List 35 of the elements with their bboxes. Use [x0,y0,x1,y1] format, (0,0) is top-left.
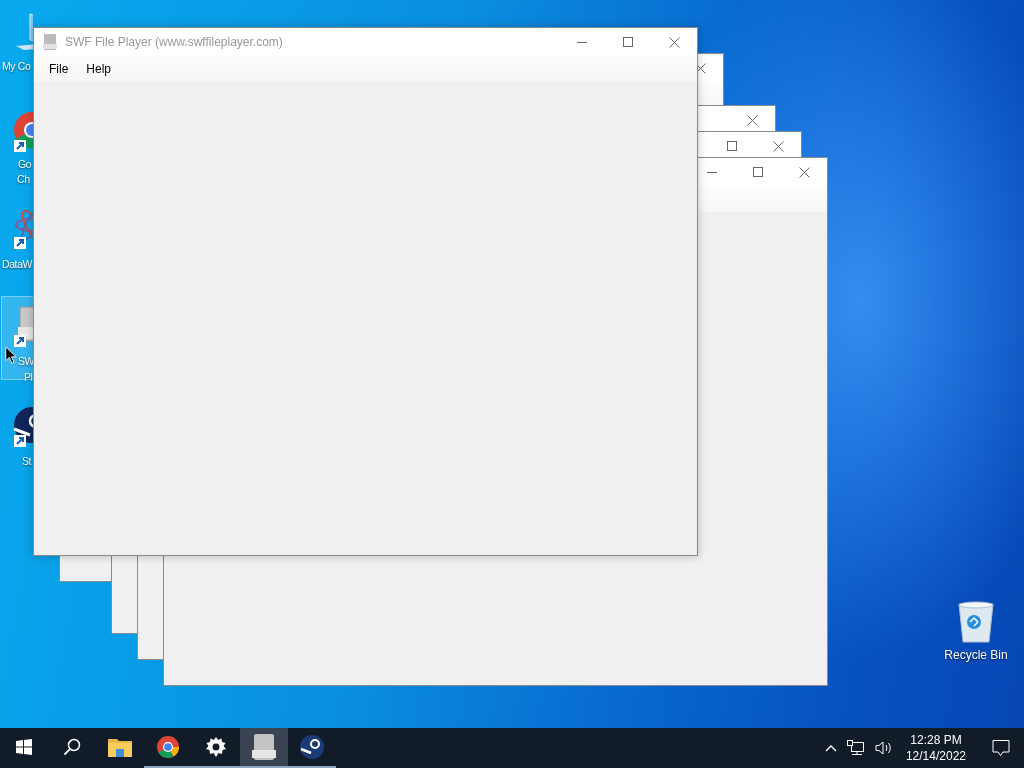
chrome-icon [156,735,180,759]
close-icon[interactable] [798,166,810,178]
windows-logo-icon [16,739,32,755]
close-icon[interactable] [772,140,784,152]
mouse-pointer-icon [5,346,17,365]
folder-icon [108,737,132,757]
gear-icon [206,737,226,757]
desktop-icon-label[interactable]: Recycle Bin [944,648,1008,662]
menu-item[interactable]: File [40,60,78,78]
minimize-icon[interactable] [707,171,717,173]
swf-file-icon [43,34,57,50]
clock[interactable]: 12:28 PM 12/14/2022 [897,728,974,768]
caret-up-icon [824,744,837,752]
recycle-bin-icon [956,600,996,644]
maximize-icon[interactable] [753,167,763,177]
desktop-icon-label[interactable]: St [22,454,32,468]
taskbar-app-button[interactable] [240,728,288,768]
minimize-icon [577,41,587,43]
close-icon[interactable] [746,114,758,126]
search-icon [63,738,81,756]
steam-icon [299,734,325,760]
menu-item[interactable]: Help [77,60,121,78]
maximize-icon[interactable] [727,141,737,151]
network-icon [846,740,865,756]
speaker-icon [874,740,893,756]
window-title: SWF File Player (www.swffileplayer.com) [65,35,284,49]
desktop-icon-label[interactable]: Ch [17,172,30,186]
desktop-icon-label[interactable]: DataW [2,257,33,271]
close-icon [668,36,680,48]
desktop-icon-label[interactable]: Pl [24,370,33,384]
maximize-icon [623,37,633,47]
swf-file-icon [252,734,276,760]
desktop-icon-label[interactable]: My Co [2,59,31,73]
desktop-icon-label[interactable]: Go [18,157,32,171]
message-icon [992,739,1010,757]
